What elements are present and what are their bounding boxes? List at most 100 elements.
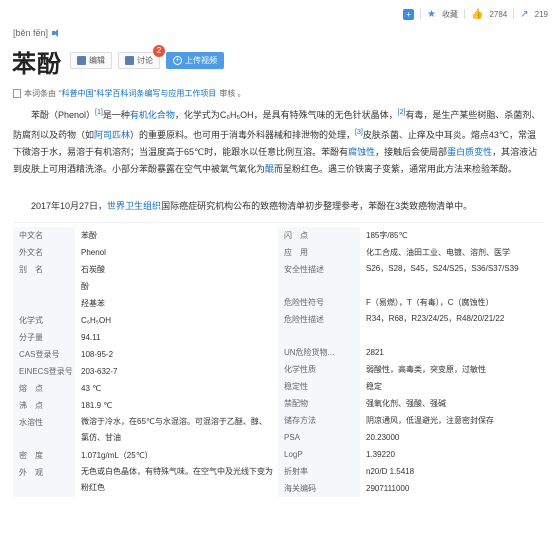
info-key: 熔 点 bbox=[13, 380, 75, 397]
text: ，化学式为C₆H₅OH，是具有特殊气味的无色针状晶体， bbox=[174, 110, 398, 120]
info-row: LogP 1.39220 bbox=[278, 446, 543, 463]
share-icon[interactable]: ↗ bbox=[520, 9, 528, 20]
info-key: 别 名 bbox=[13, 261, 75, 278]
info-value: S26，S28，S45，S24/S25，S36/S37/S39 bbox=[366, 264, 519, 273]
text: 是一种 bbox=[102, 110, 130, 120]
link-who[interactable]: 世界卫生组织 bbox=[107, 201, 161, 211]
link-organic-compound[interactable]: 有机化合物 bbox=[130, 110, 175, 120]
top-action-bar: + ★ 收藏 👍 2784 ↗ 219 bbox=[403, 6, 548, 22]
info-value: 化工合成、油田工业、电镀、溶剂、医学 bbox=[366, 248, 510, 257]
info-row: 别 名石炭酸 bbox=[13, 261, 278, 278]
info-row: 化学性质 弱酸性，高毒类，突变原，过敏性 bbox=[278, 361, 543, 378]
info-key: 危险性符号 bbox=[278, 294, 360, 311]
add-icon[interactable]: + bbox=[403, 8, 415, 20]
info-key: PSA bbox=[278, 429, 360, 446]
info-row: 外文名 Phenol bbox=[13, 244, 278, 261]
divider bbox=[513, 9, 515, 19]
info-key: 外文名 bbox=[13, 244, 75, 261]
summary-paragraph: 苯酚（Phenol）[1]是一种有机化合物，化学式为C₆H₅OH，是具有特殊气味… bbox=[13, 104, 543, 178]
info-key: 分子量 bbox=[13, 329, 75, 346]
note-link[interactable]: “科普中国”科学百科词条编写与应用工作项目 bbox=[59, 88, 216, 99]
info-row: 密 度 1.071g/mL（25℃） bbox=[13, 447, 278, 464]
citation-3[interactable]: [3] bbox=[355, 129, 363, 136]
link-quinone[interactable]: 醌 bbox=[265, 164, 274, 174]
favorite-button[interactable]: 收藏 bbox=[442, 9, 458, 20]
thumbs-up-icon[interactable]: 👍 bbox=[471, 9, 483, 20]
edit-button[interactable]: 编辑 bbox=[70, 52, 112, 69]
pinyin-text: [běn fēn] bbox=[13, 28, 49, 38]
link-corrosive[interactable]: 腐蚀性 bbox=[348, 147, 375, 157]
info-column-left: 中文名 苯酚 外文名 Phenol 别 名石炭酸酚羟基苯 化学式 C₆H₅OH 分子量 94.1… bbox=[13, 227, 278, 497]
link-protein-denaturation[interactable]: 蛋白质变性 bbox=[447, 147, 492, 157]
speaker-icon[interactable] bbox=[52, 29, 60, 37]
info-value: n20/D 1.5418 bbox=[366, 467, 415, 476]
like-count: 2784 bbox=[489, 9, 508, 19]
document-icon bbox=[13, 89, 21, 98]
info-key: 沸 点 bbox=[13, 397, 75, 414]
info-key: 应 用 bbox=[278, 244, 360, 261]
info-value: 羟基苯 bbox=[81, 299, 105, 308]
info-value: 强氧化剂、强酸、强碱 bbox=[366, 399, 446, 408]
info-row: 闪 点 185字/85℃ bbox=[278, 227, 543, 244]
info-value: 2907111000 bbox=[366, 484, 410, 493]
info-value: 185字/85℃ bbox=[366, 231, 408, 240]
info-row: 熔 点 43 ℃ bbox=[13, 380, 278, 397]
info-key: 禁配物 bbox=[278, 395, 360, 412]
info-key: 危险性描述 bbox=[278, 311, 360, 344]
info-row: 储存方法 阴凉通风，低温避光，注意密封保存 bbox=[278, 412, 543, 429]
info-value: 微溶于冷水，在65℃与水混溶。可混溶于乙醚、醇、氯仿、甘油 bbox=[81, 417, 267, 442]
info-value: 阴凉通风，低温避光，注意密封保存 bbox=[366, 416, 494, 425]
info-key bbox=[13, 278, 75, 295]
pencil-icon bbox=[77, 56, 86, 65]
info-value: 弱酸性，高毒类，突变原，过敏性 bbox=[366, 365, 486, 374]
info-row: 中文名 苯酚 bbox=[13, 227, 278, 244]
info-value: 108-95-2 bbox=[81, 350, 114, 359]
info-value: 苯酚 bbox=[81, 231, 97, 240]
info-value: F（易燃），T（有毒），C（腐蚀性） bbox=[366, 298, 494, 307]
info-key: 储存方法 bbox=[278, 412, 360, 429]
info-key: CAS登录号 bbox=[13, 346, 75, 363]
note-suffix: 审核 。 bbox=[219, 89, 246, 98]
link-aspirin[interactable]: 阿司匹林 bbox=[94, 130, 130, 140]
info-key: UN危险货物... bbox=[278, 344, 360, 361]
info-row: 外 观无色或白色晶体，有特殊气味。在空气中及光线下变为粉红色 bbox=[13, 464, 278, 497]
edit-label: 编辑 bbox=[89, 56, 105, 65]
share-count: 219 bbox=[534, 9, 548, 19]
pinyin: [běn fēn] bbox=[13, 28, 60, 38]
info-key: 密 度 bbox=[13, 447, 75, 464]
info-value: 181.9 ℃ bbox=[81, 401, 113, 410]
info-row: PSA 20.23000 bbox=[278, 429, 543, 446]
info-key: 海关编码 bbox=[278, 480, 360, 497]
star-icon[interactable]: ★ bbox=[427, 9, 436, 20]
discuss-button[interactable]: 讨论 2 bbox=[118, 45, 165, 69]
plus-circle-icon: + bbox=[173, 56, 182, 65]
info-value: R34，R68，R23/24/25，R48/20/21/22 bbox=[366, 314, 505, 323]
review-note: 本词条由 “科普中国”科学百科词条编写与应用工作项目 审核 。 bbox=[13, 88, 246, 99]
info-row: 沸 点 181.9 ℃ bbox=[13, 397, 278, 414]
citation-1[interactable]: [1] bbox=[95, 109, 103, 116]
info-key: 稳定性 bbox=[278, 378, 360, 395]
basic-info-table: 中文名 苯酚 外文名 Phenol 别 名石炭酸酚羟基苯 化学式 C₆H₅OH 分子量 94.1… bbox=[13, 227, 543, 497]
info-row: 酚 bbox=[13, 278, 278, 295]
info-value: 2821 bbox=[366, 348, 384, 357]
info-key: 闪 点 bbox=[278, 227, 360, 244]
info-row: 海关编码 2907111000 bbox=[278, 480, 543, 497]
upload-video-button[interactable]: + 上传视频 bbox=[166, 52, 224, 69]
info-value: 无色或白色晶体，有特殊气味。在空气中及光线下变为粉红色 bbox=[81, 467, 273, 492]
info-value: 20.23000 bbox=[366, 433, 400, 442]
info-key: 折射率 bbox=[278, 463, 360, 480]
divider bbox=[420, 9, 422, 19]
info-row: EINECS登录号 203-632-7 bbox=[13, 363, 278, 380]
news-paragraph: 2017年10月27日，世界卫生组织国际癌症研究机构公布的致癌物清单初步整理参考… bbox=[13, 198, 543, 215]
text: 苯酚（Phenol） bbox=[31, 110, 96, 120]
info-value: 94.11 bbox=[81, 333, 101, 342]
discuss-badge: 2 bbox=[153, 45, 165, 57]
info-key: 中文名 bbox=[13, 227, 75, 244]
info-value: 稳定 bbox=[366, 382, 382, 391]
info-row: 危险性符号 F（易燃），T（有毒），C（腐蚀性） bbox=[278, 294, 543, 311]
info-row: 安全性描述 S26，S28，S45，S24/S25，S36/S37/S39 bbox=[278, 261, 543, 294]
text: 2017年10月27日， bbox=[31, 201, 108, 211]
chat-icon bbox=[125, 56, 134, 65]
discuss-label: 讨论 bbox=[137, 56, 153, 65]
info-key: LogP bbox=[278, 446, 360, 463]
